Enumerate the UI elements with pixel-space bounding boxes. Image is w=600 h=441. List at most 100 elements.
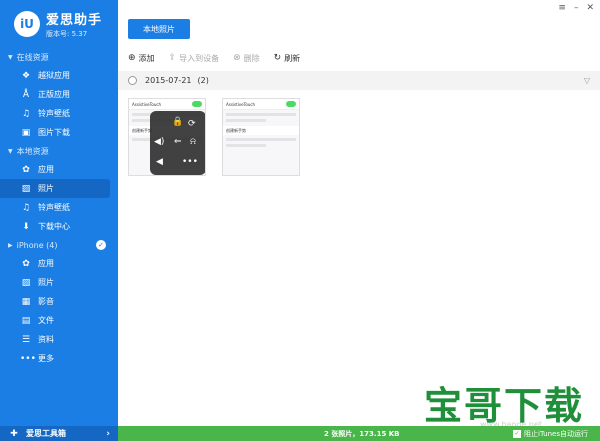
sidebar-item-image-download[interactable]: ▣ 图片下载 [0,123,118,142]
photo-group-header[interactable]: 2015-07-21 (2) ▽ [118,71,600,90]
tab-local-photos[interactable]: 本地照片 [128,19,190,39]
delete-label: 删除 [243,53,260,63]
connected-check-icon: ✓ [96,240,106,250]
sidebar-item-label: 资料 [38,335,54,344]
sidebar-item-device-files[interactable]: ▤ 文件 [0,311,118,330]
sidebar-item-label: 影音 [38,297,54,306]
sidebar-item-label: 下载中心 [38,222,70,231]
sidebar-item-label: 应用 [38,165,54,174]
group-count: (2) [197,76,209,85]
collapse-triangle-icon: ▶ [8,241,13,249]
sidebar-item-local-apps[interactable]: ✿ 应用 [0,160,118,179]
sidebar-item-label: 正版应用 [38,90,70,99]
section-title: iPhone (4) [16,240,58,250]
screenshot-title: AssistiveTouch [132,101,162,107]
sidebar-item-device-info[interactable]: ☰ 资料 [0,330,118,349]
block-itunes-toggle[interactable]: ✓ 阻止iTunes自动运行 [513,429,588,439]
sidebar-item-device-media[interactable]: ▦ 影音 [0,292,118,311]
menu-icon[interactable]: ≡ [558,3,566,13]
photo-thumbnail[interactable]: AssistiveTouch 创建新手势 🔒 ⟳ ◀) ⇐ ⍾ ◀ ••• [128,98,206,176]
photo-grid: AssistiveTouch 创建新手势 🔒 ⟳ ◀) ⇐ ⍾ ◀ ••• As… [128,98,300,176]
file-icon: ▤ [21,315,31,326]
section-title: 本地资源 [16,146,49,156]
chevron-right-icon: › [106,428,110,439]
select-group-radio[interactable] [128,76,137,85]
brand: iU 爱思助手 版本号: 5.37 [0,0,118,48]
sidebar: iU 爱思助手 版本号: 5.37 ▼ 在线资源 ❖ 越狱应用 Å 正版应用 ♫… [0,0,118,441]
import-icon: ⇪ [168,53,177,63]
section-title: 在线资源 [16,52,49,62]
sidebar-item-ringtones-wallpapers[interactable]: ♫ 铃声壁纸 [0,104,118,123]
assistive-touch-overlay: 🔒 ⟳ ◀) ⇐ ⍾ ◀ ••• [150,111,205,175]
text-line [226,113,296,116]
toolbox-button[interactable]: ✚ 爱思工具箱 › [0,426,118,441]
apps-icon: ✿ [22,164,30,175]
sidebar-item-local-photos[interactable]: ▨ 照片 [0,179,110,198]
toolbar: ⊕ 添加 ⇪ 导入到设备 ⊗ 删除 ↻ 刷新 [128,50,300,66]
sidebar-item-label: 照片 [38,278,54,287]
screenshot-header: AssistiveTouch [223,99,299,110]
media-icon: ▦ [21,296,31,307]
toolbox-label: 爱思工具箱 [26,429,66,438]
plus-circle-icon: ⊕ [128,53,136,63]
sidebar-item-official-apps[interactable]: Å 正版应用 [0,85,118,104]
sidebar-item-download-center[interactable]: ⬇ 下载中心 [0,217,118,236]
block-itunes-label: 阻止iTunes自动运行 [524,429,588,438]
import-to-device-button[interactable]: ⇪ 导入到设备 [169,53,220,64]
sidebar-item-label: 照片 [38,184,54,193]
sidebar-item-device-apps[interactable]: ✿ 应用 [0,254,118,273]
group-date: 2015-07-21 [145,76,192,85]
sidebar-item-device-photos[interactable]: ▨ 照片 [0,273,118,292]
collapse-triangle-icon: ▼ [8,53,13,61]
delete-icon: ⊗ [233,53,241,63]
more-dots-icon: ••• [182,157,198,167]
brand-text: 爱思助手 版本号: 5.37 [46,9,102,39]
screenshot-header: AssistiveTouch [129,99,205,110]
photo-icon: ▨ [21,183,31,194]
section-local-resources[interactable]: ▼ 本地资源 [0,142,118,160]
import-label: 导入到设备 [179,53,220,63]
apps-icon: ✿ [22,258,30,269]
toolbox-icon: ✚ [10,428,18,439]
main-panel: ≡ – ✕ 本地照片 ⊕ 添加 ⇪ 导入到设备 ⊗ 删除 ↻ 刷新 2015-0… [118,0,600,441]
window-controls: ≡ – ✕ [558,3,594,13]
image-download-icon: ▣ [21,127,31,138]
app-logo-icon: iU [14,11,40,37]
add-button[interactable]: ⊕ 添加 [128,53,155,64]
close-icon[interactable]: ✕ [586,3,594,13]
text-line [226,144,266,147]
rotate-icon: ⟳ [188,119,196,129]
toggle-icon [192,101,202,107]
sidebar-item-label: 越狱应用 [38,71,70,80]
checkbox-icon[interactable]: ✓ [513,429,522,438]
bell-icon: ⍾ [190,137,196,147]
minimize-icon[interactable]: – [574,3,579,13]
volume-down-icon: ◀ [156,157,163,167]
sidebar-item-device-more[interactable]: ••• 更多 [0,349,118,368]
sidebar-item-label: 图片下载 [38,128,70,137]
sidebar-item-jailbreak-apps[interactable]: ❖ 越狱应用 [0,66,118,85]
volume-icon: ◀) [154,137,165,147]
refresh-icon: ↻ [273,53,282,63]
ringtone-icon: ♫ [21,202,31,213]
ringtone-icon: ♫ [21,108,31,119]
text-line [226,138,296,141]
delete-button[interactable]: ⊗ 删除 [233,53,260,64]
sidebar-item-label: 铃声壁纸 [38,109,70,118]
photo-thumbnail[interactable]: AssistiveTouch 创建新手势 [222,98,300,176]
app-version: 版本号: 5.37 [46,30,88,38]
refresh-button[interactable]: ↻ 刷新 [274,53,301,64]
more-icon: ••• [20,353,36,364]
sidebar-item-label: 铃声壁纸 [38,203,70,212]
contacts-icon: ☰ [21,334,31,345]
sidebar-item-local-ringtones[interactable]: ♫ 铃声壁纸 [0,198,118,217]
sidebar-item-label: 更多 [38,354,54,363]
add-label: 添加 [138,53,155,63]
section-online-resources[interactable]: ▼ 在线资源 [0,48,118,66]
text-line [226,119,266,122]
section-iphone[interactable]: ▶ iPhone (4) ✓ [0,236,118,254]
status-bar: 2 张照片，173.15 KB ✓ 阻止iTunes自动运行 [118,426,600,441]
photo-icon: ▨ [21,277,31,288]
status-summary: 2 张照片，173.15 KB [324,429,400,438]
chevron-down-icon[interactable]: ▽ [584,76,590,85]
